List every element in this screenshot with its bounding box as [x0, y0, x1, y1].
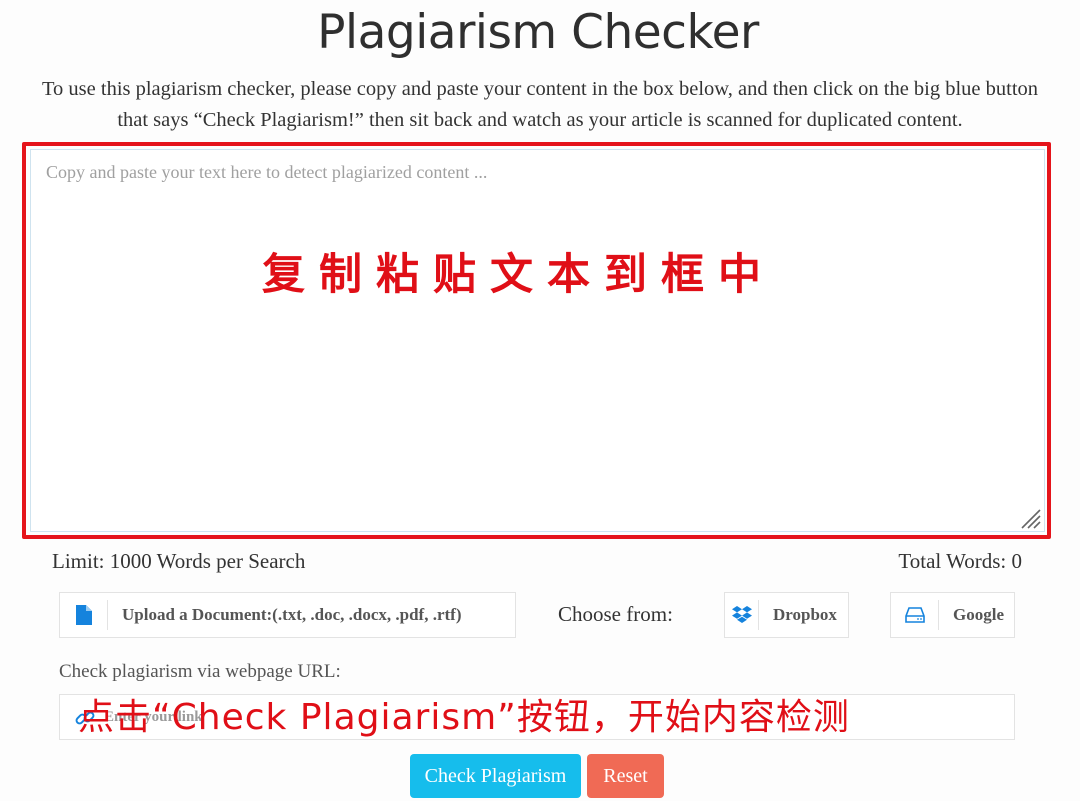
dropbox-label: Dropbox — [773, 605, 837, 624]
intro-text: To use this plagiarism checker, please c… — [0, 74, 1080, 136]
annotation-paste-hint: 复制粘贴文本到框中 — [262, 250, 775, 300]
dropbox-icon — [725, 600, 759, 630]
google-drive-button[interactable]: Google — [890, 592, 1015, 638]
choose-from-label: Choose from: — [558, 602, 673, 626]
upload-document-button[interactable]: Upload a Document:(.txt, .doc, .docx, .p… — [59, 592, 516, 638]
annotation-click-button: “Check Plagiarism” — [152, 697, 517, 738]
reset-button[interactable]: Reset — [587, 754, 664, 798]
check-plagiarism-button[interactable]: Check Plagiarism — [410, 754, 581, 798]
annotation-click-prefix: 点击 — [78, 697, 153, 738]
intro-line-1: To use this plagiarism checker, please c… — [41, 78, 1039, 100]
upload-document-label: Upload a Document:(.txt, .doc, .docx, .p… — [122, 605, 462, 624]
file-icon — [60, 600, 108, 630]
drive-icon — [891, 600, 939, 630]
word-limit: Limit: 1000 Words per Search — [52, 549, 306, 573]
annotation-click-suffix: 按钮，开始内容检测 — [516, 697, 850, 738]
intro-line-2: that says “Check Plagiarism!” then sit b… — [117, 109, 963, 131]
total-words: Total Words: 0 — [898, 549, 1022, 573]
google-label: Google — [953, 605, 1004, 624]
page-title: Plagiarism Checker — [317, 5, 759, 60]
dropbox-button[interactable]: Dropbox — [724, 592, 849, 638]
url-check-label: Check plagiarism via webpage URL: — [59, 661, 341, 682]
annotation-highlight-frame — [22, 142, 1051, 539]
annotation-click-hint: 点击“Check Plagiarism”按钮，开始内容检测 — [78, 688, 850, 740]
